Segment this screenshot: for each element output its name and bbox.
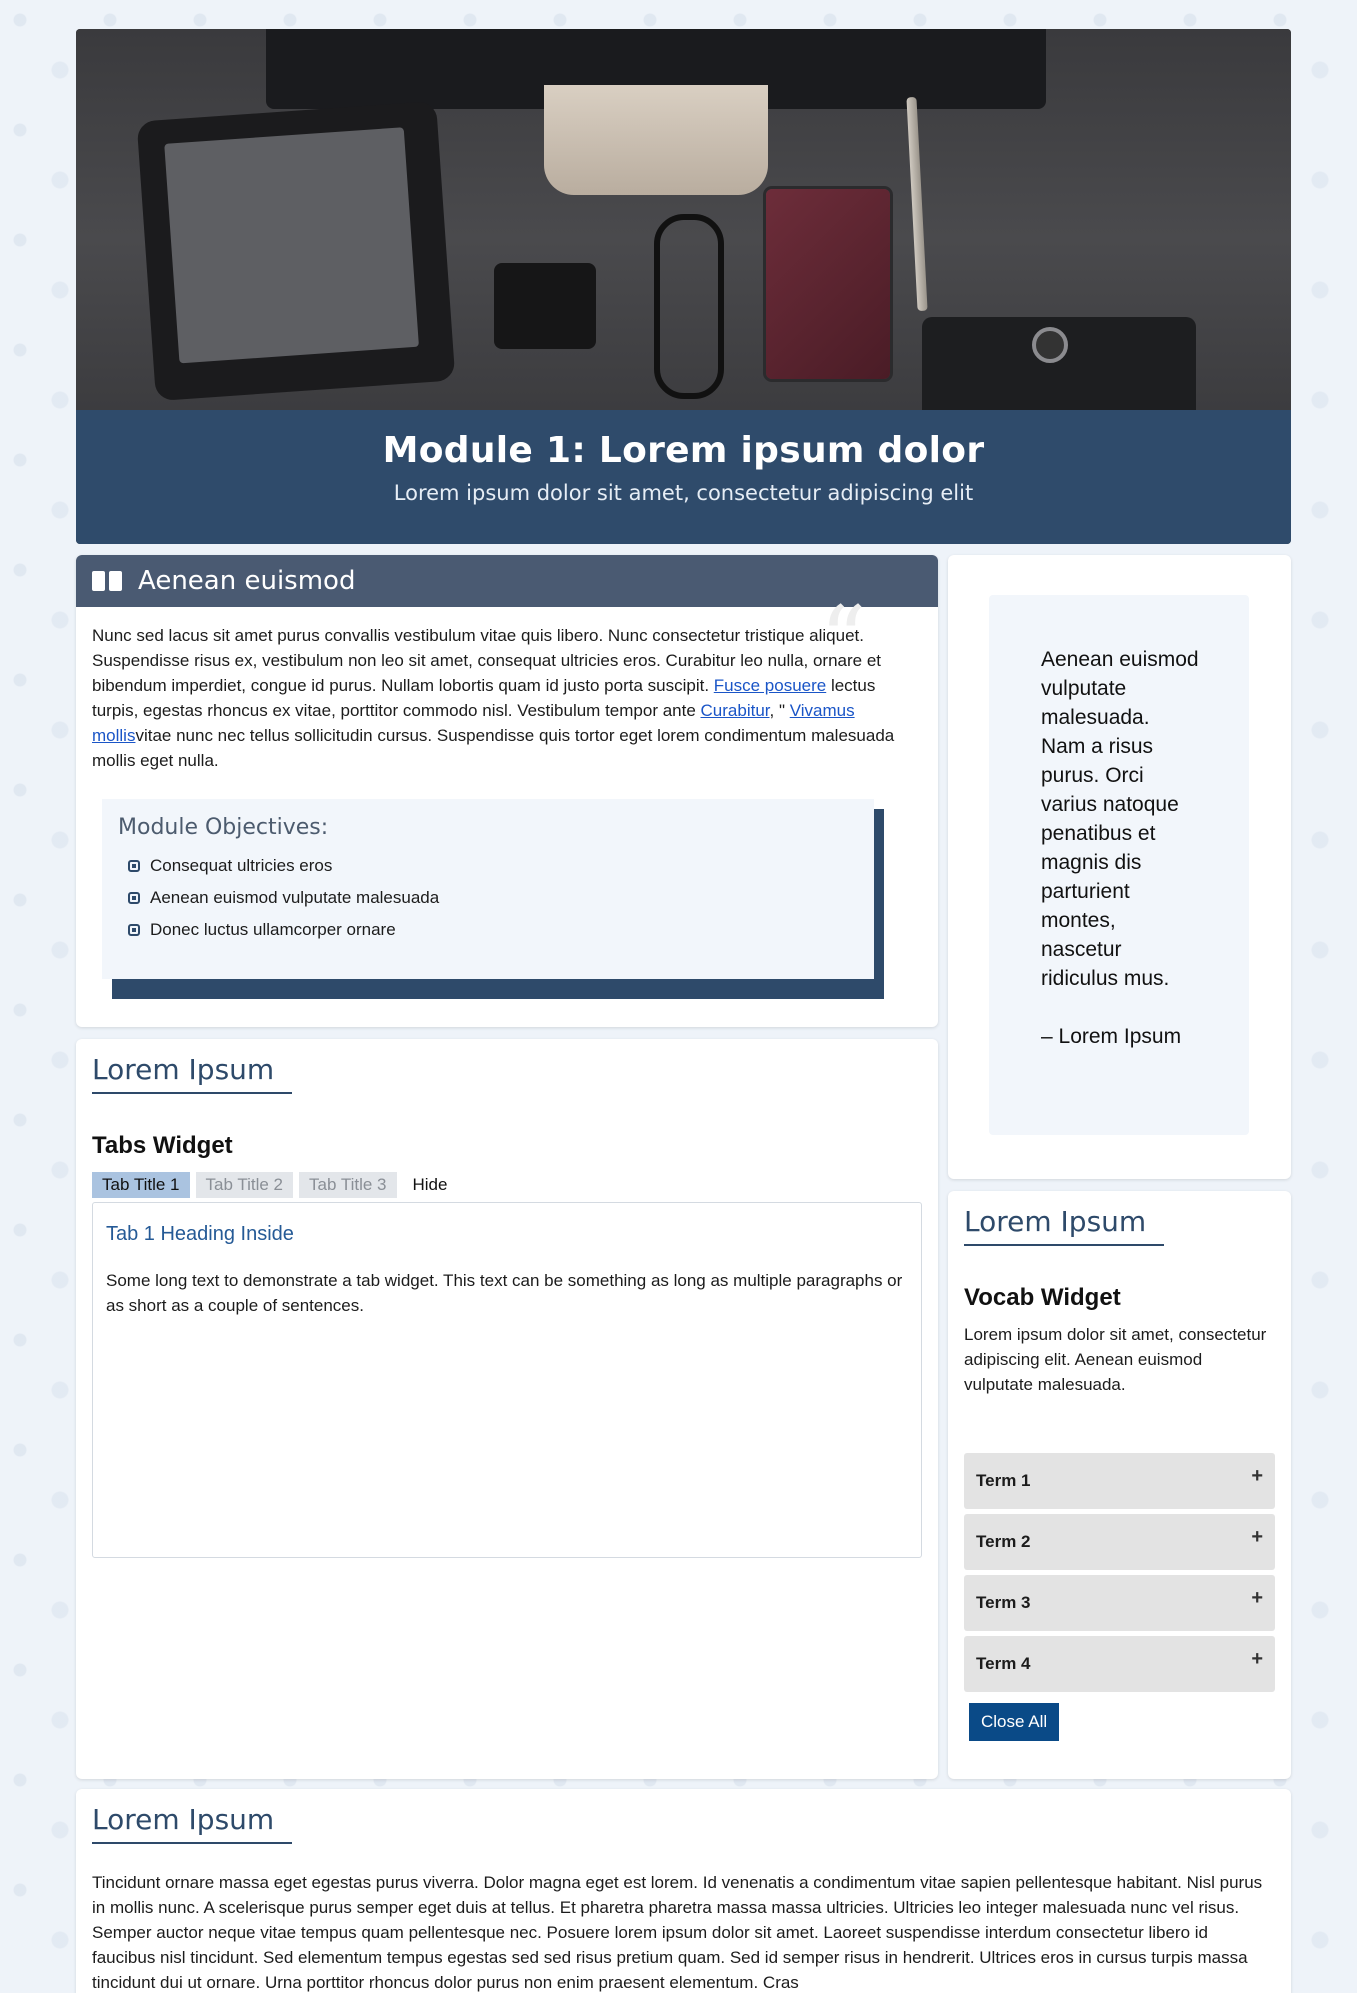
intro-header: Aenean euismod bbox=[76, 555, 938, 607]
quote-text: Aenean euismod vulputate malesuada. Nam … bbox=[1041, 648, 1199, 990]
vocab-term[interactable]: Term 4 + bbox=[964, 1636, 1275, 1692]
term-label: Term 4 bbox=[976, 1654, 1031, 1673]
tab-title-3[interactable]: Tab Title 3 bbox=[299, 1172, 397, 1198]
square-bullet-icon bbox=[128, 924, 140, 936]
objective-item: Aenean euismod vulputate malesuada bbox=[118, 888, 858, 908]
objective-item: Consequat ultricies eros bbox=[118, 856, 858, 876]
tab-panel-text: Some long text to demonstrate a tab widg… bbox=[106, 1271, 903, 1315]
tabs-widget-title: Tabs Widget bbox=[92, 1132, 233, 1159]
vocab-term[interactable]: Term 2 + bbox=[964, 1514, 1275, 1570]
vocab-card: Lorem Ipsum Vocab Widget Lorem ipsum dol… bbox=[948, 1191, 1291, 1779]
section-underline bbox=[92, 1092, 292, 1094]
hero-stand-shape bbox=[544, 85, 768, 195]
intro-text-4: vitae nunc nec tellus sollicitudin cursu… bbox=[92, 726, 895, 770]
square-bullet-icon bbox=[128, 860, 140, 872]
term-label: Term 1 bbox=[976, 1471, 1031, 1490]
section-underline bbox=[92, 1842, 292, 1844]
objective-label: Donec luctus ullamcorper ornare bbox=[150, 920, 396, 939]
tab-panel: Tab 1 Heading Inside Some long text to d… bbox=[92, 1202, 922, 1558]
section-title: Lorem Ipsum bbox=[76, 1039, 292, 1094]
tab-hide-button[interactable]: Hide bbox=[403, 1172, 458, 1198]
hero-pen-shape bbox=[906, 96, 928, 312]
objectives-box: Module Objectives: Consequat ultricies e… bbox=[102, 799, 874, 979]
section-underline bbox=[964, 1244, 1164, 1246]
link-curabitur[interactable]: Curabitur bbox=[701, 701, 770, 720]
intro-text-3: , " bbox=[769, 701, 790, 720]
plus-icon[interactable]: + bbox=[1251, 1648, 1263, 1671]
objectives-title: Module Objectives: bbox=[118, 815, 329, 840]
page-title: Module 1: Lorem ipsum dolor bbox=[382, 430, 985, 471]
hero-device-knob bbox=[1032, 327, 1068, 363]
tabs-card: Lorem Ipsum Tabs Widget Tab Title 1 Tab … bbox=[76, 1039, 938, 1779]
hero-notebook-shape bbox=[766, 189, 890, 379]
tab-title-1[interactable]: Tab Title 1 bbox=[92, 1172, 190, 1198]
link-fusce-posuere[interactable]: Fusce posuere bbox=[714, 676, 826, 695]
vocab-description: Lorem ipsum dolor sit amet, consectetur … bbox=[964, 1325, 1267, 1394]
plus-icon[interactable]: + bbox=[1251, 1526, 1263, 1549]
intro-card: Aenean euismod “ Nunc sed lacus sit amet… bbox=[76, 555, 938, 1027]
quote-mark-icon: “ bbox=[819, 587, 866, 692]
bottom-paragraph: Tincidunt ornare massa eget egestas puru… bbox=[92, 1873, 1263, 1992]
intro-paragraph: “ Nunc sed lacus sit amet purus convalli… bbox=[76, 595, 938, 773]
bottom-card: Lorem Ipsum Tincidunt ornare massa eget … bbox=[76, 1789, 1291, 1993]
hero-title-band: Module 1: Lorem ipsum dolor Lorem ipsum … bbox=[76, 410, 1291, 544]
hero-glasses-shape bbox=[654, 214, 724, 399]
section-title-text: Lorem Ipsum bbox=[92, 1053, 275, 1086]
quote-author: – Lorem Ipsum bbox=[1041, 1025, 1182, 1048]
close-all-button[interactable]: Close All bbox=[969, 1703, 1060, 1741]
vocab-term-list: Term 1 + Term 2 + Term 3 + Term 4 + bbox=[964, 1453, 1275, 1692]
square-bullet-icon bbox=[128, 892, 140, 904]
term-label: Term 3 bbox=[976, 1593, 1031, 1612]
page-container: Module 1: Lorem ipsum dolor Lorem ipsum … bbox=[76, 29, 1291, 1993]
vocab-term[interactable]: Term 1 + bbox=[964, 1453, 1275, 1509]
tab-title-2[interactable]: Tab Title 2 bbox=[195, 1172, 293, 1198]
tab-bar: Tab Title 1 Tab Title 2 Tab Title 3 Hide bbox=[92, 1172, 938, 1198]
intro-title: Aenean euismod bbox=[138, 566, 356, 596]
section-title-text: Lorem Ipsum bbox=[964, 1205, 1147, 1238]
term-label: Term 2 bbox=[976, 1532, 1031, 1551]
vocab-widget-title: Vocab Widget bbox=[964, 1284, 1121, 1311]
hero-tablet-shape bbox=[136, 100, 456, 402]
book-open-icon bbox=[92, 569, 122, 593]
module-objectives: Module Objectives: Consequat ultricies e… bbox=[102, 799, 908, 999]
section-title: Lorem Ipsum bbox=[948, 1191, 1164, 1246]
quote-card: Aenean euismod vulputate malesuada. Nam … bbox=[948, 555, 1291, 1179]
objective-item: Donec luctus ullamcorper ornare bbox=[118, 920, 858, 940]
vocab-term[interactable]: Term 3 + bbox=[964, 1575, 1275, 1631]
section-title-text: Lorem Ipsum bbox=[92, 1803, 275, 1836]
page-subtitle: Lorem ipsum dolor sit amet, consectetur … bbox=[393, 481, 974, 505]
objective-label: Consequat ultricies eros bbox=[150, 856, 333, 875]
hero-banner: Module 1: Lorem ipsum dolor Lorem ipsum … bbox=[76, 29, 1291, 544]
hero-tablet-screen bbox=[164, 127, 419, 364]
hero-device-shape bbox=[922, 317, 1196, 410]
tab-panel-heading: Tab 1 Heading Inside bbox=[106, 1223, 294, 1245]
plus-icon[interactable]: + bbox=[1251, 1465, 1263, 1488]
plus-icon[interactable]: + bbox=[1251, 1587, 1263, 1610]
hero-phone-shape bbox=[494, 263, 596, 349]
section-title: Lorem Ipsum bbox=[76, 1789, 292, 1844]
quote-box: Aenean euismod vulputate malesuada. Nam … bbox=[989, 595, 1249, 1135]
objective-label: Aenean euismod vulputate malesuada bbox=[150, 888, 440, 907]
hero-image bbox=[76, 29, 1291, 410]
